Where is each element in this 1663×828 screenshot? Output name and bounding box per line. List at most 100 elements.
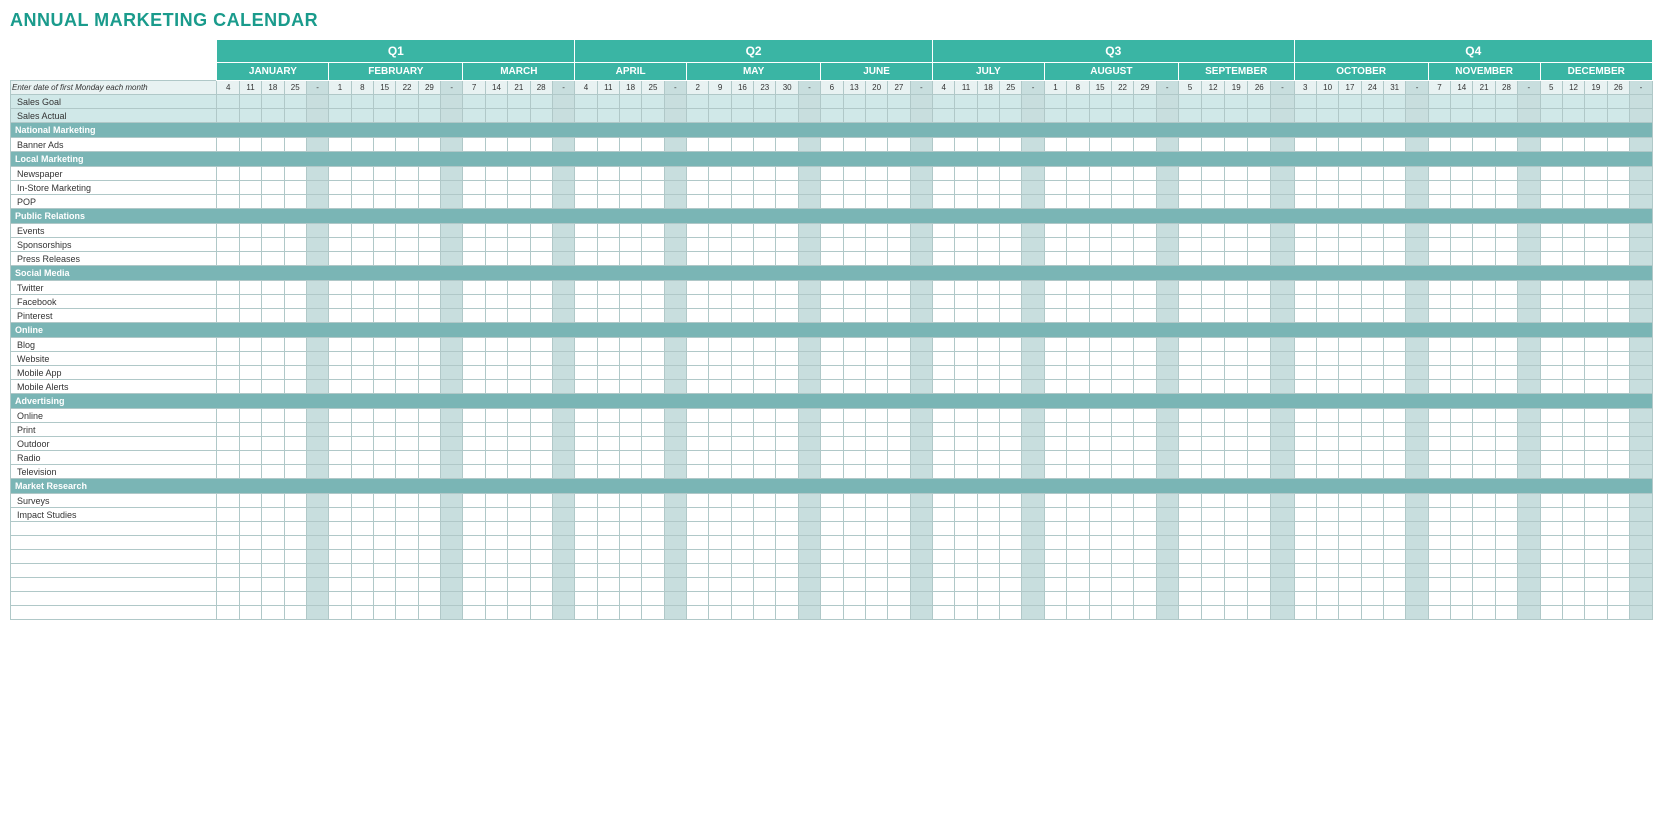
data-cell-10-26[interactable] [798,224,820,238]
data-cell-30-49[interactable] [1316,508,1338,522]
data-cell-11-44[interactable] [1202,238,1225,252]
data-cell-29-9[interactable] [418,494,440,508]
empty-cell-31-52[interactable] [1384,522,1406,536]
data-cell-4-5[interactable] [329,138,351,152]
data-cell-18-44[interactable] [1202,338,1225,352]
data-cell-19-13[interactable] [508,352,530,366]
data-cell-8-33[interactable] [955,195,977,209]
data-cell-2-16[interactable] [575,109,597,123]
data-cell-23-6[interactable] [351,409,373,423]
data-cell-2-52[interactable] [1384,109,1406,123]
data-cell-26-39[interactable] [1089,451,1111,465]
data-cell-18-29[interactable] [865,338,887,352]
data-cell-23-23[interactable] [731,409,753,423]
data-cell-20-0[interactable] [217,366,239,380]
data-cell-12-37[interactable] [1044,252,1066,266]
data-cell-29-52[interactable] [1384,494,1406,508]
data-cell-25-10[interactable] [441,437,463,451]
data-cell-21-6[interactable] [351,380,373,394]
data-cell-21-20[interactable] [664,380,686,394]
data-cell-21-57[interactable] [1495,380,1517,394]
data-cell-23-0[interactable] [217,409,239,423]
empty-cell-35-49[interactable] [1316,578,1338,592]
data-cell-25-24[interactable] [754,437,776,451]
data-cell-26-32[interactable] [932,451,954,465]
data-cell-25-61[interactable] [1585,437,1607,451]
data-cell-24-54[interactable] [1428,423,1450,437]
data-cell-23-58[interactable] [1518,409,1540,423]
data-cell-20-9[interactable] [418,366,440,380]
data-cell-15-10[interactable] [441,295,463,309]
data-cell-25-15[interactable] [552,437,574,451]
data-cell-23-5[interactable] [329,409,351,423]
data-cell-24-44[interactable] [1202,423,1225,437]
data-cell-26-56[interactable] [1473,451,1495,465]
empty-cell-37-19[interactable] [642,606,664,620]
data-cell-7-8[interactable] [396,181,418,195]
data-cell-27-42[interactable] [1156,465,1178,479]
data-cell-30-17[interactable] [597,508,619,522]
data-cell-18-56[interactable] [1473,338,1495,352]
data-cell-18-2[interactable] [262,338,284,352]
data-cell-21-46[interactable] [1248,380,1271,394]
empty-cell-31-21[interactable] [687,522,709,536]
data-cell-21-24[interactable] [754,380,776,394]
data-cell-1-55[interactable] [1451,95,1473,109]
data-cell-10-20[interactable] [664,224,686,238]
data-cell-30-35[interactable] [1000,508,1022,522]
data-cell-23-9[interactable] [418,409,440,423]
data-cell-12-32[interactable] [932,252,954,266]
data-cell-15-58[interactable] [1518,295,1540,309]
data-cell-25-57[interactable] [1495,437,1517,451]
data-cell-21-55[interactable] [1451,380,1473,394]
data-cell-10-11[interactable] [463,224,485,238]
empty-cell-32-14[interactable] [530,536,552,550]
empty-cell-34-33[interactable] [955,564,977,578]
empty-cell-33-8[interactable] [396,550,418,564]
data-cell-2-55[interactable] [1451,109,1473,123]
data-cell-6-6[interactable] [351,167,373,181]
data-cell-27-13[interactable] [508,465,530,479]
data-cell-18-19[interactable] [642,338,664,352]
data-cell-12-18[interactable] [619,252,641,266]
data-cell-6-7[interactable] [374,167,396,181]
data-cell-23-31[interactable] [910,409,932,423]
data-cell-12-26[interactable] [798,252,820,266]
data-cell-21-40[interactable] [1111,380,1133,394]
empty-cell-35-22[interactable] [709,578,731,592]
data-cell-4-20[interactable] [664,138,686,152]
data-cell-11-26[interactable] [798,238,820,252]
data-cell-30-34[interactable] [977,508,999,522]
empty-cell-32-17[interactable] [597,536,619,550]
data-cell-12-60[interactable] [1562,252,1584,266]
data-cell-4-28[interactable] [843,138,865,152]
empty-cell-36-3[interactable] [284,592,306,606]
data-cell-23-28[interactable] [843,409,865,423]
data-cell-8-62[interactable] [1607,195,1629,209]
empty-cell-34-29[interactable] [865,564,887,578]
data-cell-26-38[interactable] [1067,451,1089,465]
empty-cell-37-39[interactable] [1089,606,1111,620]
data-cell-18-4[interactable] [306,338,328,352]
data-cell-10-3[interactable] [284,224,306,238]
data-cell-16-7[interactable] [374,309,396,323]
data-cell-18-26[interactable] [798,338,820,352]
empty-cell-33-23[interactable] [731,550,753,564]
empty-cell-33-46[interactable] [1248,550,1271,564]
data-cell-21-36[interactable] [1022,380,1044,394]
data-cell-20-17[interactable] [597,366,619,380]
data-cell-7-20[interactable] [664,181,686,195]
empty-cell-32-26[interactable] [798,536,820,550]
data-cell-18-30[interactable] [888,338,910,352]
data-cell-16-1[interactable] [239,309,261,323]
data-cell-15-30[interactable] [888,295,910,309]
data-cell-30-46[interactable] [1248,508,1271,522]
data-cell-11-37[interactable] [1044,238,1066,252]
data-cell-25-16[interactable] [575,437,597,451]
data-cell-26-27[interactable] [821,451,843,465]
data-cell-1-4[interactable] [306,95,328,109]
data-cell-14-8[interactable] [396,281,418,295]
data-cell-10-6[interactable] [351,224,373,238]
data-cell-19-25[interactable] [776,352,798,366]
data-cell-6-40[interactable] [1111,167,1133,181]
